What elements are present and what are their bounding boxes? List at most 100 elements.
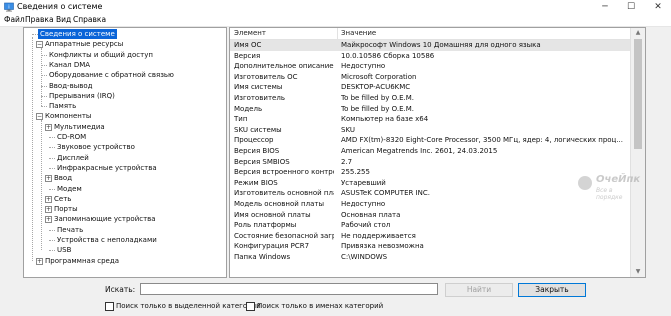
tree-item[interactable]: Печать bbox=[24, 225, 224, 235]
row-value: Не поддерживается bbox=[341, 231, 416, 240]
row-item: Имя системы bbox=[234, 83, 283, 92]
scroll-up-icon[interactable]: ▲ bbox=[631, 28, 645, 38]
list-vertical-scrollbar[interactable]: ▲ ▼ bbox=[630, 28, 645, 277]
list-row[interactable]: Процессор AMD FX(tm)-8320 Eight-Core Proc… bbox=[230, 135, 630, 146]
tree-item[interactable]: Ввод-вывод bbox=[24, 81, 224, 91]
list-row[interactable]: Изготовитель ОС Microsoft Corporation bbox=[230, 72, 630, 83]
tree-item-label: Устройства с неполадками bbox=[57, 236, 157, 244]
tree-item-label: Ввод bbox=[54, 174, 73, 183]
list-row[interactable]: Имя системы DESKTOP-ACU6KMC bbox=[230, 82, 630, 93]
row-item: Изготовитель основной платы bbox=[234, 189, 334, 198]
tree-item[interactable]: + Программная среда bbox=[24, 256, 224, 266]
details-list[interactable]: Элемент Значение Имя ОС Майкрософт Window… bbox=[229, 27, 646, 278]
menu-help[interactable]: Справка bbox=[73, 14, 106, 26]
scrollbar-thumb[interactable] bbox=[634, 39, 642, 149]
tree-item[interactable]: Звуковое устройство bbox=[24, 142, 224, 152]
tree-item-label: Компоненты bbox=[45, 112, 92, 121]
find-button[interactable]: Найти bbox=[445, 283, 513, 297]
scroll-down-icon[interactable]: ▼ bbox=[631, 267, 645, 277]
tree-branch-line bbox=[49, 240, 55, 241]
tree-item[interactable]: USB bbox=[24, 245, 224, 255]
tree-item[interactable]: Оборудование с обратной связью bbox=[24, 70, 224, 80]
collapse-icon[interactable]: − bbox=[36, 41, 43, 49]
menu-file[interactable]: Файл bbox=[4, 14, 25, 26]
tree-branch-line bbox=[41, 54, 47, 56]
expand-icon[interactable]: + bbox=[45, 175, 52, 183]
tree-item[interactable]: Устройства с неполадками bbox=[24, 235, 224, 245]
expand-icon[interactable]: + bbox=[45, 206, 52, 214]
tree-item-label: Аппаратные ресурсы bbox=[45, 40, 124, 49]
menu-edit[interactable]: Правка bbox=[25, 14, 54, 26]
find-input[interactable] bbox=[140, 283, 438, 295]
list-row[interactable]: Состояние безопасной загруз... Не поддерж… bbox=[230, 231, 630, 242]
system-info-window: i Сведения о системе ─ ☐ ✕ Файл Правка В… bbox=[0, 0, 671, 316]
list-row[interactable]: Версия 10.0.10586 Сборка 10586 bbox=[230, 51, 630, 62]
tree-item[interactable]: + Ввод bbox=[24, 173, 224, 183]
expand-icon[interactable]: + bbox=[45, 123, 52, 131]
tree-item[interactable]: + Запоминающие устройства bbox=[24, 214, 224, 224]
tree-branch-line bbox=[41, 75, 47, 77]
tree-item-selected[interactable]: Сведения о системе bbox=[24, 29, 224, 40]
tree-item-label: CD-ROM bbox=[57, 133, 87, 141]
tree-item[interactable]: Конфликты и общий доступ bbox=[24, 50, 224, 60]
list-row[interactable]: Роль платформы Рабочий стол bbox=[230, 220, 630, 231]
collapse-icon[interactable]: − bbox=[36, 113, 43, 121]
list-row[interactable]: Имя основной платы Основная плата bbox=[230, 210, 630, 221]
category-names-checkbox[interactable] bbox=[246, 302, 255, 311]
row-value: Компьютер на базе x64 bbox=[341, 115, 429, 124]
expand-icon[interactable]: + bbox=[45, 216, 52, 224]
row-item: Имя основной платы bbox=[234, 210, 311, 219]
list-row[interactable]: Версия встроенного контролл...255.255 bbox=[230, 167, 630, 178]
row-item: Роль платформы bbox=[234, 221, 297, 230]
list-row[interactable]: SKU системы SKU bbox=[230, 125, 630, 136]
list-row[interactable]: Модель To be filled by O.E.M. bbox=[230, 104, 630, 115]
category-tree[interactable]: Сведения о системе − Аппаратные ресурсы Кон… bbox=[23, 27, 227, 278]
list-row[interactable]: Версия SMBIOS 2.7 bbox=[230, 157, 630, 168]
expand-icon[interactable]: + bbox=[45, 195, 52, 203]
tree-item[interactable]: Инфракрасные устройства bbox=[24, 163, 224, 173]
tree-item[interactable]: Память bbox=[24, 101, 224, 111]
window-title: Сведения о системе bbox=[17, 2, 103, 11]
selected-category-checkbox[interactable] bbox=[105, 302, 114, 311]
close-window-button[interactable]: ✕ bbox=[645, 0, 671, 14]
menu-view[interactable]: Вид bbox=[56, 14, 71, 26]
list-row[interactable]: Папка Windows C:\WINDOWS bbox=[230, 252, 630, 263]
tree-item[interactable]: − Аппаратные ресурсы bbox=[24, 39, 224, 49]
tree-item[interactable]: Модем bbox=[24, 184, 224, 194]
list-row[interactable]: Тип Компьютер на базе x64 bbox=[230, 114, 630, 125]
tree-item[interactable]: + Мультимедиа bbox=[24, 122, 224, 132]
list-row[interactable]: Конфигурация PCR7 Привязка невозможна bbox=[230, 241, 630, 252]
row-item: Папка Windows bbox=[234, 253, 291, 261]
list-row[interactable]: Изготовитель To be filled by O.E.M. bbox=[230, 93, 630, 104]
row-value: Недоступно bbox=[341, 62, 386, 71]
tree-item[interactable]: + Сеть bbox=[24, 194, 224, 204]
close-button[interactable]: Закрыть bbox=[518, 283, 586, 297]
list-row[interactable]: Имя ОС Майкрософт Windows 10 Домашняя для… bbox=[230, 40, 630, 51]
row-value: Привязка невозможна bbox=[341, 242, 424, 251]
expand-icon[interactable]: + bbox=[36, 257, 43, 265]
column-header-value[interactable]: Значение bbox=[341, 28, 376, 39]
list-row[interactable]: Модель основной платы Недоступно bbox=[230, 199, 630, 210]
list-row[interactable]: Изготовитель основной платыASUSTeK COMPU… bbox=[230, 188, 630, 199]
tree-item-label: Оборудование с обратной связью bbox=[49, 71, 174, 80]
tree-item[interactable]: Канал DMA bbox=[24, 60, 224, 70]
tree-branch-line bbox=[41, 85, 47, 87]
tree-branch-line bbox=[49, 157, 55, 159]
tree-item[interactable]: + Порты bbox=[24, 204, 224, 214]
minimize-icon: ─ bbox=[602, 2, 608, 12]
maximize-button[interactable]: ☐ bbox=[618, 0, 644, 14]
list-row[interactable]: Версия BIOS American Megatrends Inc. 2601… bbox=[230, 146, 630, 157]
tree-item[interactable]: Дисплей bbox=[24, 153, 224, 163]
tree-item[interactable]: Прерывания (IRQ) bbox=[24, 91, 224, 101]
list-row[interactable]: Режим BIOS Устаревший bbox=[230, 178, 630, 189]
tree-item[interactable]: − Компоненты bbox=[24, 111, 224, 121]
tree-item-label: Звуковое устройство bbox=[57, 143, 135, 152]
row-value: 10.0.10586 Сборка 10586 bbox=[341, 51, 435, 60]
tree-item-label: Дисплей bbox=[57, 153, 89, 162]
minimize-button[interactable]: ─ bbox=[592, 0, 618, 14]
row-item: Имя ОС bbox=[234, 41, 262, 49]
column-separator[interactable] bbox=[337, 28, 338, 39]
list-row[interactable]: Дополнительное описание ОС Недоступно bbox=[230, 61, 630, 72]
column-header-item[interactable]: Элемент bbox=[234, 28, 266, 39]
tree-item[interactable]: CD-ROM bbox=[24, 132, 224, 142]
